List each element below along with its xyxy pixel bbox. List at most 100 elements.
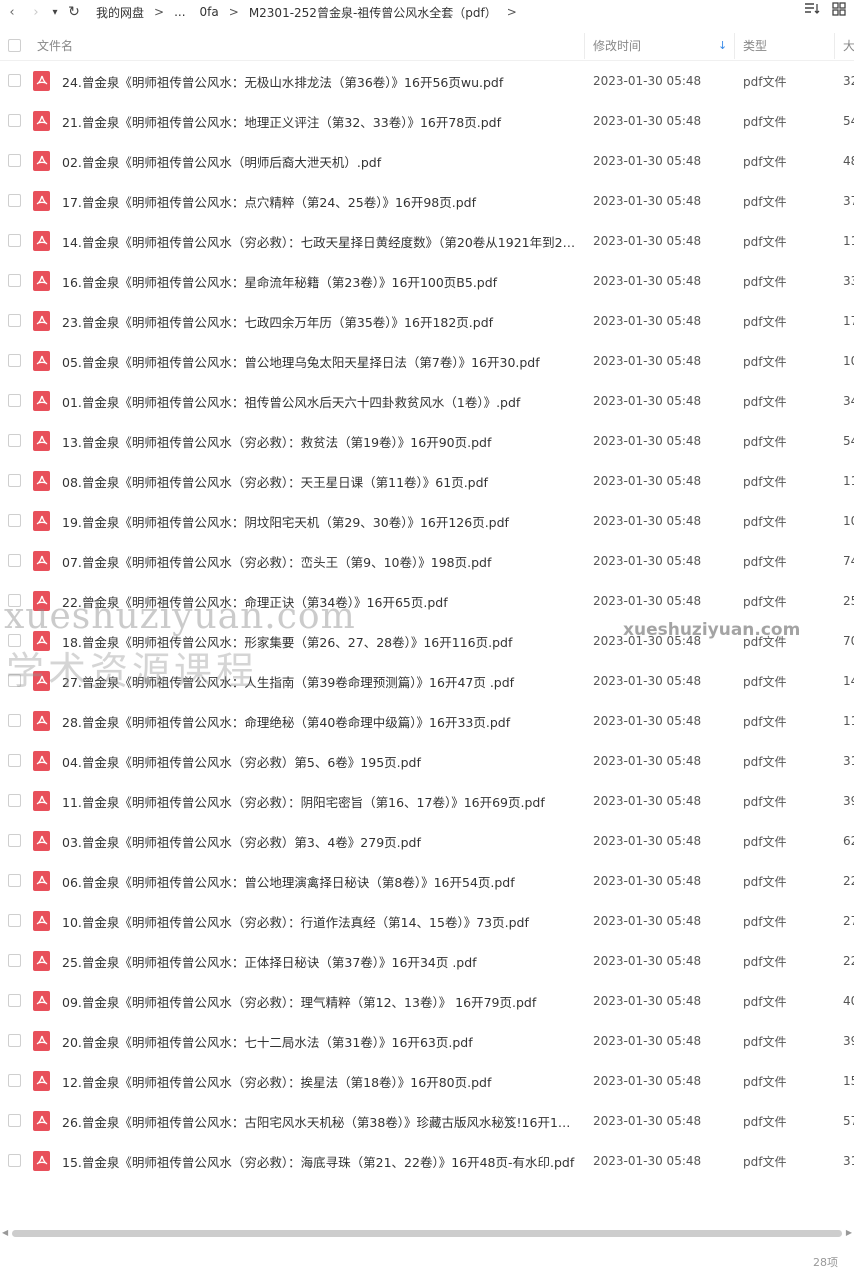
- file-name[interactable]: 01.曾金泉《明师祖传曾公风水：祖传曾公风水后天六十四卦救贫风水（1卷）》.pd…: [62, 392, 577, 411]
- column-divider[interactable]: [584, 33, 585, 59]
- row-checkbox[interactable]: [8, 474, 21, 487]
- file-name[interactable]: 07.曾金泉《明师祖传曾公风水（穷必救）：峦头王（第9、10卷）》198页.pd…: [62, 552, 577, 571]
- table-row[interactable]: 20.曾金泉《明师祖传曾公风水：七十二局水法（第31卷）》16开63页.pdf 2…: [0, 1021, 854, 1061]
- select-all-checkbox[interactable]: [8, 39, 21, 52]
- breadcrumb-item-folder[interactable]: 0fa: [198, 5, 221, 19]
- file-name[interactable]: 17.曾金泉《明师祖传曾公风水：点穴精粹（第24、25卷）》16开98页.pdf: [62, 192, 577, 211]
- row-checkbox[interactable]: [8, 754, 21, 767]
- file-name[interactable]: 25.曾金泉《明师祖传曾公风水：正体择日秘诀（第37卷）》16开34页 .pdf: [62, 952, 577, 971]
- sort-list-icon[interactable]: [804, 2, 820, 20]
- table-row[interactable]: 16.曾金泉《明师祖传曾公风水：星命流年秘籍（第23卷）》16开100页B5.p…: [0, 261, 854, 301]
- breadcrumb-item-current[interactable]: M2301-252曾金泉-祖传曾公风水全套（pdf）: [247, 4, 499, 21]
- row-checkbox[interactable]: [8, 1154, 21, 1167]
- back-button[interactable]: ‹: [0, 0, 24, 24]
- table-row[interactable]: 25.曾金泉《明师祖传曾公风水：正体择日秘诀（第37卷）》16开34页 .pdf…: [0, 941, 854, 981]
- row-checkbox[interactable]: [8, 954, 21, 967]
- scroll-left-icon[interactable]: ◀: [2, 1228, 8, 1237]
- row-checkbox[interactable]: [8, 194, 21, 207]
- table-row[interactable]: 09.曾金泉《明师祖传曾公风水（穷必救）：理气精粹（第12、13卷）》 16开7…: [0, 981, 854, 1021]
- row-checkbox[interactable]: [8, 114, 21, 127]
- file-name[interactable]: 20.曾金泉《明师祖传曾公风水：七十二局水法（第31卷）》16开63页.pdf: [62, 1032, 577, 1051]
- table-row[interactable]: 23.曾金泉《明师祖传曾公风水：七政四余万年历（第35卷）》16开182页.pd…: [0, 301, 854, 341]
- column-divider[interactable]: [834, 33, 835, 59]
- table-row[interactable]: 05.曾金泉《明师祖传曾公风水：曾公地理乌兔太阳天星择日法（第7卷）》16开30…: [0, 341, 854, 381]
- file-name[interactable]: 13.曾金泉《明师祖传曾公风水（穷必救）：救贫法（第19卷）》16开90页.pd…: [62, 432, 577, 451]
- table-row[interactable]: 21.曾金泉《明师祖传曾公风水：地理正义评注（第32、33卷）》16开78页.p…: [0, 101, 854, 141]
- table-row[interactable]: 15.曾金泉《明师祖传曾公风水（穷必救）：海底寻珠（第21、22卷）》16开48…: [0, 1141, 854, 1181]
- row-checkbox[interactable]: [8, 514, 21, 527]
- file-name[interactable]: 23.曾金泉《明师祖传曾公风水：七政四余万年历（第35卷）》16开182页.pd…: [62, 312, 577, 331]
- table-row[interactable]: 12.曾金泉《明师祖传曾公风水（穷必救）：挨星法（第18卷）》16开80页.pd…: [0, 1061, 854, 1101]
- table-row[interactable]: 11.曾金泉《明师祖传曾公风水（穷必救）：阴阳宅密旨（第16、17卷）》16开6…: [0, 781, 854, 821]
- row-checkbox[interactable]: [8, 1034, 21, 1047]
- refresh-button[interactable]: ↻: [62, 0, 86, 24]
- file-name[interactable]: 03.曾金泉《明师祖传曾公风水（穷必救）第3、4卷》279页.pdf: [62, 832, 577, 851]
- table-row[interactable]: 28.曾金泉《明师祖传曾公风水：命理绝秘（第40卷命理中级篇）》16开33页.p…: [0, 701, 854, 741]
- table-row[interactable]: 19.曾金泉《明师祖传曾公风水：阴坟阳宅天机（第29、30卷）》16开126页.…: [0, 501, 854, 541]
- file-name[interactable]: 08.曾金泉《明师祖传曾公风水（穷必救）：天王星日课（第11卷）》61页.pdf: [62, 472, 577, 491]
- table-row[interactable]: 07.曾金泉《明师祖传曾公风水（穷必救）：峦头王（第9、10卷）》198页.pd…: [0, 541, 854, 581]
- table-row[interactable]: 01.曾金泉《明师祖传曾公风水：祖传曾公风水后天六十四卦救贫风水（1卷）》.pd…: [0, 381, 854, 421]
- row-checkbox[interactable]: [8, 714, 21, 727]
- row-checkbox[interactable]: [8, 354, 21, 367]
- file-name[interactable]: 05.曾金泉《明师祖传曾公风水：曾公地理乌兔太阳天星择日法（第7卷）》16开30…: [62, 352, 577, 371]
- horizontal-scrollbar[interactable]: ◀ ▶: [0, 1228, 854, 1240]
- file-name[interactable]: 09.曾金泉《明师祖传曾公风水（穷必救）：理气精粹（第12、13卷）》 16开7…: [62, 992, 577, 1011]
- table-row[interactable]: 26.曾金泉《明师祖传曾公风水：古阳宅风水天机秘（第38卷）》珍藏古版风水秘笈!…: [0, 1101, 854, 1141]
- row-checkbox[interactable]: [8, 434, 21, 447]
- row-checkbox[interactable]: [8, 274, 21, 287]
- scroll-right-icon[interactable]: ▶: [846, 1228, 852, 1237]
- file-name[interactable]: 21.曾金泉《明师祖传曾公风水：地理正义评注（第32、33卷）》16开78页.p…: [62, 112, 577, 131]
- row-checkbox[interactable]: [8, 154, 21, 167]
- history-dropdown-button[interactable]: ▾: [48, 0, 62, 24]
- row-checkbox[interactable]: [8, 314, 21, 327]
- file-type: pdf文件: [743, 114, 787, 129]
- table-row[interactable]: 02.曾金泉《明师祖传曾公风水（明师后裔大泄天机）.pdf 2023-01-30 …: [0, 141, 854, 181]
- file-list-header: 文件名 修改时间 ↓ 类型 大: [0, 31, 854, 61]
- file-name[interactable]: 26.曾金泉《明师祖传曾公风水：古阳宅风水天机秘（第38卷）》珍藏古版风水秘笈!…: [62, 1112, 577, 1131]
- table-row[interactable]: 03.曾金泉《明师祖传曾公风水（穷必救）第3、4卷》279页.pdf 2023-0…: [0, 821, 854, 861]
- file-name[interactable]: 02.曾金泉《明师祖传曾公风水（明师后裔大泄天机）.pdf: [62, 152, 577, 171]
- row-checkbox[interactable]: [8, 994, 21, 1007]
- file-name[interactable]: 28.曾金泉《明师祖传曾公风水：命理绝秘（第40卷命理中级篇）》16开33页.p…: [62, 712, 577, 731]
- column-header-name[interactable]: 文件名: [37, 37, 73, 54]
- file-name[interactable]: 15.曾金泉《明师祖传曾公风水（穷必救）：海底寻珠（第21、22卷）》16开48…: [62, 1152, 577, 1171]
- table-row[interactable]: 04.曾金泉《明师祖传曾公风水（穷必救）第5、6卷》195页.pdf 2023-0…: [0, 741, 854, 781]
- file-modified-time: 2023-01-30 05:48: [593, 474, 702, 488]
- file-name[interactable]: 11.曾金泉《明师祖传曾公风水（穷必救）：阴阳宅密旨（第16、17卷）》16开6…: [62, 792, 577, 811]
- breadcrumb-item-root[interactable]: 我的网盘: [94, 4, 146, 21]
- table-row[interactable]: 10.曾金泉《明师祖传曾公风水（穷必救）：行道作法真经（第14、15卷）》73页…: [0, 901, 854, 941]
- row-checkbox[interactable]: [8, 554, 21, 567]
- file-name[interactable]: 16.曾金泉《明师祖传曾公风水：星命流年秘籍（第23卷）》16开100页B5.p…: [62, 272, 577, 291]
- file-name[interactable]: 06.曾金泉《明师祖传曾公风水：曾公地理演禽择日秘诀（第8卷）》16开54页.p…: [62, 872, 577, 891]
- file-name[interactable]: 19.曾金泉《明师祖传曾公风水：阴坟阳宅天机（第29、30卷）》16开126页.…: [62, 512, 577, 531]
- column-header-time[interactable]: 修改时间: [593, 37, 641, 54]
- grid-view-icon[interactable]: [832, 2, 846, 20]
- row-checkbox[interactable]: [8, 914, 21, 927]
- row-checkbox[interactable]: [8, 794, 21, 807]
- file-name[interactable]: 24.曾金泉《明师祖传曾公风水：无极山水排龙法（第36卷）》16开56页wu.p…: [62, 72, 577, 91]
- table-row[interactable]: 08.曾金泉《明师祖传曾公风水（穷必救）：天王星日课（第11卷）》61页.pdf…: [0, 461, 854, 501]
- column-header-type[interactable]: 类型: [743, 37, 767, 54]
- table-row[interactable]: 14.曾金泉《明师祖传曾公风水（穷必救）：七政天星择日黄经度数》（第20卷从19…: [0, 221, 854, 261]
- row-checkbox[interactable]: [8, 234, 21, 247]
- row-checkbox[interactable]: [8, 834, 21, 847]
- file-name[interactable]: 12.曾金泉《明师祖传曾公风水（穷必救）：挨星法（第18卷）》16开80页.pd…: [62, 1072, 577, 1091]
- row-checkbox[interactable]: [8, 874, 21, 887]
- table-row[interactable]: 24.曾金泉《明师祖传曾公风水：无极山水排龙法（第36卷）》16开56页wu.p…: [0, 61, 854, 101]
- breadcrumb-item-ellipsis[interactable]: ...: [172, 5, 187, 19]
- scrollbar-thumb[interactable]: [12, 1230, 842, 1237]
- row-checkbox[interactable]: [8, 394, 21, 407]
- row-checkbox[interactable]: [8, 1114, 21, 1127]
- table-row[interactable]: 17.曾金泉《明师祖传曾公风水：点穴精粹（第24、25卷）》16开98页.pdf…: [0, 181, 854, 221]
- column-divider[interactable]: [734, 33, 735, 59]
- row-checkbox[interactable]: [8, 1074, 21, 1087]
- file-name[interactable]: 14.曾金泉《明师祖传曾公风水（穷必救）：七政天星择日黄经度数》（第20卷从19…: [62, 232, 577, 251]
- column-header-size[interactable]: 大: [843, 37, 854, 54]
- table-row[interactable]: 06.曾金泉《明师祖传曾公风水：曾公地理演禽择日秘诀（第8卷）》16开54页.p…: [0, 861, 854, 901]
- file-name[interactable]: 10.曾金泉《明师祖传曾公风水（穷必救）：行道作法真经（第14、15卷）》73页…: [62, 912, 577, 931]
- row-checkbox[interactable]: [8, 74, 21, 87]
- forward-button[interactable]: ›: [24, 0, 48, 24]
- file-name[interactable]: 04.曾金泉《明师祖传曾公风水（穷必救）第5、6卷》195页.pdf: [62, 752, 577, 771]
- table-row[interactable]: 13.曾金泉《明师祖传曾公风水（穷必救）：救贫法（第19卷）》16开90页.pd…: [0, 421, 854, 461]
